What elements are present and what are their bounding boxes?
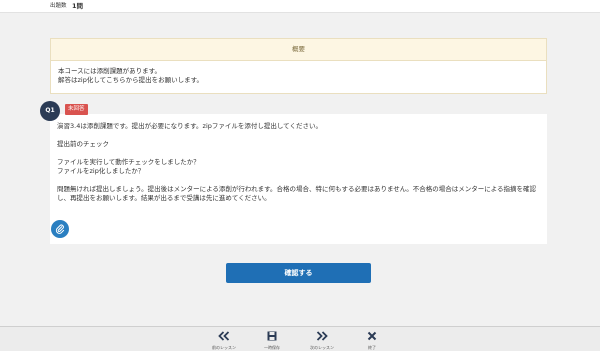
confirm-button[interactable]: 確認する — [226, 263, 371, 283]
question-number-badge: Q1 — [40, 101, 60, 121]
summary-line: 解答はzip化してこちらから提出をお願いします。 — [58, 76, 203, 84]
question-text: 演習3.4は添削課題です。提出が必要になります。zipファイルを添付し提出してく… — [57, 122, 322, 130]
save-icon — [267, 331, 277, 341]
checklist-title: 提出前のチェック — [57, 140, 109, 148]
question-count-label: 出題数 — [50, 3, 67, 9]
exit-button[interactable]: 終了 — [354, 330, 390, 350]
next-lesson-button[interactable]: 次のレッスン — [304, 330, 340, 350]
bottom-nav: 前のレッスン 一時保存 次のレッスン 終了 — [0, 326, 600, 351]
close-icon — [367, 331, 377, 341]
summary-body: 本コースには添削課題があります。 解答はzip化してこちらから提出をお願いします… — [51, 61, 546, 85]
top-bar: 出題数 1問 — [0, 0, 600, 13]
double-chevron-right-icon — [316, 331, 328, 341]
next-lesson-label: 次のレッスン — [310, 345, 334, 350]
save-label: 一時保存 — [264, 345, 280, 350]
prev-lesson-button[interactable]: 前のレッスン — [206, 330, 242, 350]
summary-line: 本コースには添削課題があります。 — [58, 67, 162, 75]
checklist-item: ファイルをzip化しましたか？ — [57, 167, 145, 175]
checklist-item: ファイルを実行して動作チェックをしましたか？ — [57, 158, 200, 166]
double-chevron-left-icon — [218, 331, 230, 341]
summary-title: 概要 — [51, 39, 546, 61]
prev-lesson-label: 前のレッスン — [212, 345, 236, 350]
instructions-text: 問題無ければ提出しましょう。提出後はメンターによる添削が行われます。合格の場合、… — [57, 185, 537, 202]
attach-file-button[interactable] — [51, 220, 69, 238]
status-badge: 未回答 — [65, 104, 88, 115]
question-card: 演習3.4は添削課題です。提出が必要になります。zipファイルを添付し提出してく… — [50, 114, 547, 244]
paperclip-icon — [55, 224, 65, 234]
exit-label: 終了 — [368, 345, 376, 350]
question-count-value: 1問 — [72, 2, 84, 10]
summary-panel: 概要 本コースには添削課題があります。 解答はzip化してこちらから提出をお願い… — [50, 38, 547, 94]
save-button[interactable]: 一時保存 — [254, 330, 290, 350]
